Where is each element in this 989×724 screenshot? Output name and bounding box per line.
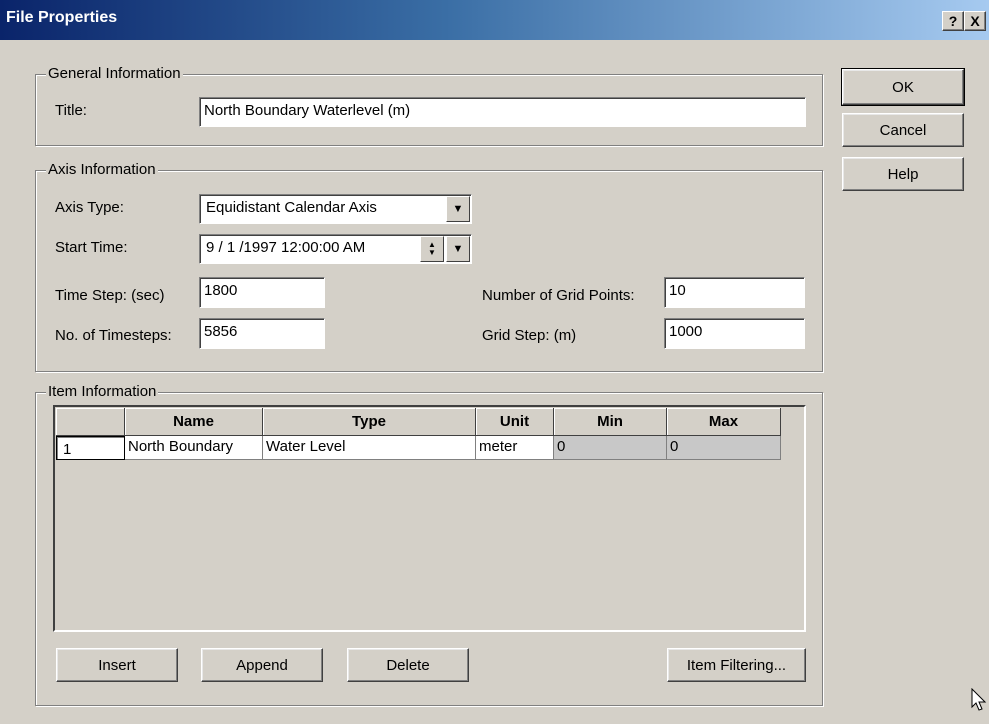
window-title: File Properties <box>6 9 118 26</box>
cancel-button[interactable]: Cancel <box>842 113 964 147</box>
insert-button[interactable]: Insert <box>56 648 178 682</box>
time-step-input[interactable]: 1800 <box>199 277 325 308</box>
cell-max[interactable]: 0 <box>667 436 781 460</box>
num-timesteps-input[interactable]: 5856 <box>199 318 325 349</box>
calendar-dropdown-icon[interactable]: ▼ <box>446 236 470 262</box>
cell-unit[interactable]: meter <box>476 436 554 460</box>
item-filtering-button[interactable]: Item Filtering... <box>667 648 806 682</box>
cell-name[interactable]: North Boundary <box>125 436 263 460</box>
help-button[interactable]: Help <box>842 157 964 191</box>
spin-updown-icon[interactable]: ▲ ▼ <box>420 236 444 262</box>
axis-type-label: Axis Type: <box>55 199 124 216</box>
time-step-label: Time Step: (sec) <box>55 287 165 304</box>
column-header-min[interactable]: Min <box>554 408 667 436</box>
grid-corner-header <box>56 408 125 436</box>
axis-information-label: Axis Information <box>46 161 158 178</box>
grid-step-input[interactable]: 1000 <box>664 318 805 349</box>
chevron-down-icon[interactable]: ▼ <box>446 196 470 222</box>
cell-type[interactable]: Water Level <box>263 436 476 460</box>
item-information-label: Item Information <box>46 383 159 400</box>
axis-type-select[interactable]: Equidistant Calendar Axis <box>199 194 472 224</box>
title-bar <box>0 0 989 40</box>
title-input[interactable]: North Boundary Waterlevel (m) <box>199 97 806 127</box>
grid-points-input[interactable]: 10 <box>664 277 805 308</box>
mouse-cursor-icon <box>971 688 987 711</box>
append-button[interactable]: Append <box>201 648 323 682</box>
title-label: Title: <box>55 102 87 119</box>
grid-step-label: Grid Step: (m) <box>482 327 577 344</box>
column-header-type[interactable]: Type <box>263 408 476 436</box>
grid-points-label: Number of Grid Points: <box>482 287 635 304</box>
delete-button[interactable]: Delete <box>347 648 469 682</box>
ok-button[interactable]: OK <box>841 68 965 106</box>
column-header-name[interactable]: Name <box>125 408 263 436</box>
row-number-cell[interactable]: 1 <box>56 436 125 460</box>
context-help-button[interactable]: ? <box>942 11 964 31</box>
column-header-unit[interactable]: Unit <box>476 408 554 436</box>
column-header-max[interactable]: Max <box>667 408 781 436</box>
general-information-label: General Information <box>46 65 183 82</box>
close-button[interactable]: X <box>964 11 986 31</box>
num-timesteps-label: No. of Timesteps: <box>55 327 172 344</box>
cell-min[interactable]: 0 <box>554 436 667 460</box>
start-time-label: Start Time: <box>55 239 128 256</box>
